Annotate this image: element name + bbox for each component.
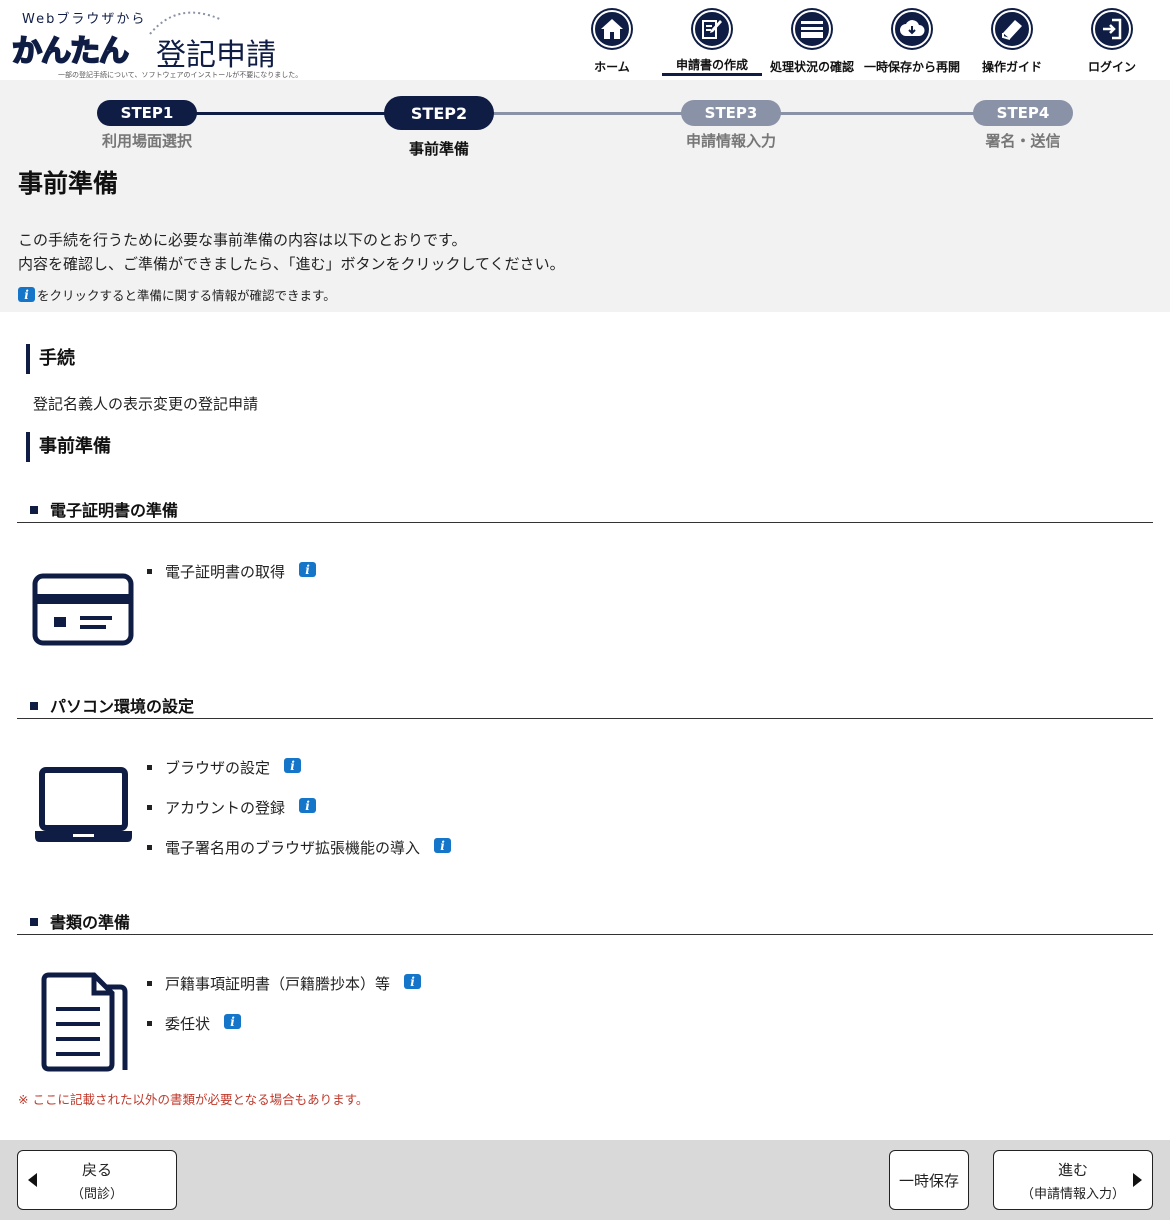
arrow-left-icon — [28, 1173, 37, 1187]
logo-kanji: 登記申請 — [156, 38, 276, 73]
item-label: 電子署名用のブラウザ拡張機能の導入 — [165, 839, 421, 857]
nav-login[interactable]: ログイン — [1062, 6, 1162, 78]
back-button[interactable]: 戻る （問診） — [17, 1150, 177, 1210]
logo-top-text: Webブラウザから — [22, 12, 147, 27]
section-pc-items: ブラウザの設定 i アカウントの登録 i 電子署名用のブラウザ拡張機能の導入 i — [147, 757, 452, 877]
nav-guide-label: 操作ガイド — [981, 60, 1042, 74]
step-2: STEP2 — [384, 96, 494, 130]
info-icon[interactable]: i — [299, 562, 317, 577]
nav-login-label: ログイン — [1087, 60, 1136, 74]
back-button-label: 戻る — [81, 1161, 112, 1179]
step-3: STEP3 — [681, 100, 781, 126]
id-card-icon — [32, 573, 134, 646]
home-icon — [591, 8, 633, 50]
section-certificate-items: 電子証明書の取得 i — [147, 561, 317, 601]
nav-resume-label: 一時保存から再開 — [863, 60, 960, 74]
footer-bar: 戻る （問診） 一時保存 進む （申請情報入力） — [0, 1140, 1170, 1220]
save-button-label: 一時保存 — [898, 1172, 959, 1190]
step-progress: STEP1 STEP2 STEP3 STEP4 利用場面選択 事前準備 申請情報… — [0, 96, 1170, 158]
info-icon: i — [18, 287, 35, 302]
next-button[interactable]: 進む （申請情報入力） — [993, 1150, 1153, 1210]
list-item: 電子署名用のブラウザ拡張機能の導入 i — [147, 837, 452, 877]
list-item: アカウントの登録 i — [147, 797, 451, 837]
bullet-icon — [147, 569, 152, 574]
section-documents-items: 戸籍事項証明書（戸籍謄抄本）等 i 委任状 i — [147, 973, 422, 1053]
info-icon[interactable]: i — [284, 758, 302, 773]
square-bullet-icon — [30, 702, 38, 710]
nav-guide[interactable]: 操作ガイド — [962, 6, 1062, 78]
list-item: 委任状 i — [147, 1013, 421, 1053]
step-2-caption: 事前準備 — [408, 140, 469, 158]
laptop-icon — [35, 767, 132, 842]
intro-line-1: この手続を行うために必要な事前準備の内容は以下のとおりです。 — [18, 231, 467, 249]
info-icon[interactable]: i — [299, 798, 317, 813]
item-label: 戸籍事項証明書（戸籍謄抄本）等 — [165, 975, 391, 993]
intro-line-2: 内容を確認し、ご準備ができましたら、「進む」ボタンをクリックしてください。 — [18, 255, 565, 273]
step-4: STEP4 — [973, 100, 1073, 126]
section-documents-heading: 書類の準備 — [17, 909, 1153, 935]
info-icon[interactable]: i — [404, 974, 422, 989]
item-label: 委任状 — [165, 1015, 211, 1033]
step-1: STEP1 — [97, 100, 197, 126]
tray-icon — [791, 8, 833, 50]
bullet-icon — [147, 765, 152, 770]
step-1-caption: 利用場面選択 — [101, 132, 192, 150]
item-label: アカウントの登録 — [165, 799, 286, 817]
site-logo[interactable]: Webブラウザから かんたん 登記申請 一部の登記手続について、ソフトウェアのイ… — [8, 4, 308, 80]
bullet-icon — [147, 1021, 152, 1026]
section-documents-title: 書類の準備 — [50, 913, 131, 932]
item-label: ブラウザの設定 — [165, 759, 271, 777]
section-pc-heading: パソコン環境の設定 — [17, 693, 1153, 719]
intro-note-text: をクリックすると準備に関する情報が確認できます。 — [37, 288, 336, 303]
login-icon — [1091, 8, 1133, 50]
procedure-heading: 手続 — [26, 344, 75, 374]
intro-note: i をクリックすると準備に関する情報が確認できます。 — [18, 285, 336, 304]
step-3-caption: 申請情報入力 — [685, 132, 776, 150]
nav-create[interactable]: 申請書の作成 — [662, 6, 762, 78]
bullet-icon — [147, 981, 152, 986]
documents-note: ※ ここに記載された以外の書類が必要となる場合もあります。 — [18, 1092, 369, 1107]
section-certificate-heading: 電子証明書の準備 — [17, 497, 1153, 523]
next-button-label: 進む — [1057, 1161, 1088, 1179]
item-label: 電子証明書の取得 — [165, 563, 286, 581]
info-icon[interactable]: i — [434, 838, 452, 853]
list-item: 電子証明書の取得 i — [147, 561, 317, 601]
procedure-value: 登記名義人の表示変更の登記申請 — [33, 395, 259, 413]
list-item: 戸籍事項証明書（戸籍謄抄本）等 i — [147, 973, 422, 1013]
step-4-caption: 署名・送信 — [985, 132, 1061, 150]
next-button-sublabel: （申請情報入力） — [1020, 1187, 1125, 1202]
preparation-heading: 事前準備 — [26, 432, 111, 462]
logo-subtext: 一部の登記手続について、ソフトウェアのインストールが不要になりました。 — [58, 71, 303, 79]
bullet-icon — [147, 845, 152, 850]
documents-icon — [41, 972, 128, 1072]
nav-resume[interactable]: 一時保存から再開 — [862, 6, 962, 78]
intro-band: STEP1 STEP2 STEP3 STEP4 利用場面選択 事前準備 申請情報… — [0, 80, 1170, 312]
main-nav: ホーム 申請書の作成 処理状況の確認 一時保存から再開 操作ガイド ログイン — [562, 6, 1162, 78]
nav-home-label: ホーム — [594, 60, 630, 74]
arrow-right-icon — [1133, 1173, 1142, 1187]
nav-home[interactable]: ホーム — [562, 6, 662, 78]
nav-create-label: 申請書の作成 — [675, 58, 748, 72]
section-certificate-title: 電子証明書の準備 — [50, 501, 179, 520]
square-bullet-icon — [30, 918, 38, 926]
edit-icon — [691, 8, 733, 50]
section-pc-title: パソコン環境の設定 — [50, 697, 195, 716]
nav-status[interactable]: 処理状況の確認 — [762, 6, 862, 78]
page-title: 事前準備 — [18, 169, 119, 198]
header: Webブラウザから かんたん 登記申請 一部の登記手続について、ソフトウェアのイ… — [0, 0, 1170, 80]
info-icon[interactable]: i — [224, 1014, 242, 1029]
intro-text: この手続を行うために必要な事前準備の内容は以下のとおりです。 内容を確認し、ご準… — [18, 228, 565, 276]
book-icon — [991, 8, 1033, 50]
nav-status-label: 処理状況の確認 — [769, 60, 854, 74]
list-item: ブラウザの設定 i — [147, 757, 451, 797]
cloud-download-icon — [891, 8, 933, 50]
bullet-icon — [147, 805, 152, 810]
back-button-sublabel: （問診） — [70, 1187, 123, 1202]
logo-kana: かんたん — [11, 33, 130, 70]
square-bullet-icon — [30, 506, 38, 514]
save-button[interactable]: 一時保存 — [889, 1150, 969, 1210]
